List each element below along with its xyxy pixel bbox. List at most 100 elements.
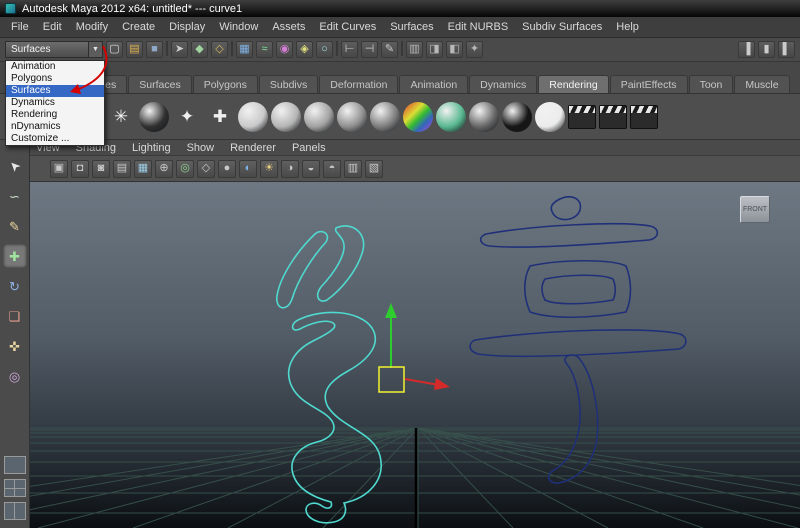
phong-material-icon[interactable] [337,102,367,132]
paint-effects-icon[interactable]: ✳ [106,102,136,132]
render-settings-icon[interactable]: ✦ [466,41,483,58]
viewport-canvas[interactable] [30,182,800,528]
select-by-object-icon[interactable]: ◆ [191,41,208,58]
white-material-icon[interactable] [535,102,565,132]
hypershade-sphere-icon[interactable] [139,102,169,132]
camera-attributes-icon[interactable]: ◙ [92,160,110,178]
select-tool[interactable]: ➤ [3,154,27,178]
occlusion-icon[interactable]: ◒ [302,160,320,178]
lambert-material-icon[interactable] [304,102,334,132]
menubar-item[interactable]: Help [609,21,646,33]
menubar-item[interactable]: Modify [69,21,115,33]
blinn-material-icon[interactable] [271,102,301,132]
chevron-down-icon[interactable]: ▼ [88,42,102,57]
shelf-tab[interactable]: Toon [689,75,734,93]
snap-to-grid-icon[interactable]: ▦ [236,41,253,58]
isolate-select-icon[interactable]: ▥ [344,160,362,178]
input-connections-icon[interactable]: ⊢ [341,41,358,58]
new-scene-icon[interactable]: ▢ [106,41,123,58]
menuset-option[interactable]: Animation [6,61,104,73]
shelf-tab[interactable]: Subdivs [259,75,318,93]
render-settings-icon[interactable] [630,105,658,129]
toggle-attribute-editor-icon[interactable]: ▐ [738,41,755,58]
menuset-option[interactable]: Polygons [6,73,104,85]
menubar-item[interactable]: Subdiv Surfaces [515,21,609,33]
construction-history-icon[interactable]: ✎ [381,41,398,58]
output-connections-icon[interactable]: ⊣ [361,41,378,58]
ipr-render-icon[interactable]: ◧ [446,41,463,58]
menubar-item[interactable]: Edit [36,21,69,33]
select-camera-icon[interactable]: ▣ [50,160,68,178]
menuset-option[interactable]: nDynamics [6,121,104,133]
menubar-item[interactable]: Display [162,21,212,33]
motion-blur-icon[interactable]: ◓ [323,160,341,178]
toggle-channel-box-icon[interactable]: ▌ [778,41,795,58]
render-current-frame-icon[interactable] [568,105,596,129]
menubar-item[interactable]: Edit Curves [312,21,383,33]
rotate-tool[interactable]: ↻ [3,274,27,298]
menuset-option[interactable]: Surfaces [6,85,104,97]
shelf-tab[interactable]: Animation [399,75,468,93]
xray-display-icon[interactable]: ▧ [365,160,383,178]
menuset-option[interactable]: Rendering [6,109,104,121]
bookmarks-icon[interactable]: ▤ [113,160,131,178]
create-light-icon[interactable]: ✦ [172,102,202,132]
surface-shader-icon[interactable] [469,102,499,132]
shadows-icon[interactable]: ◑ [281,160,299,178]
save-scene-icon[interactable]: ■ [146,41,163,58]
layout-four-pane-button[interactable] [4,479,26,497]
select-by-component-icon[interactable]: ◇ [211,41,228,58]
two-d-pan-zoom-icon[interactable]: ⊕ [155,160,173,178]
title-bar[interactable]: Autodesk Maya 2012 x64: untitled* --- cu… [0,0,800,17]
wireframe-display-icon[interactable]: ◇ [197,160,215,178]
image-plane-icon[interactable]: ▦ [134,160,152,178]
universal-manipulator-tool[interactable]: ✜ [3,334,27,358]
shading-group-icon[interactable]: ✚ [205,102,235,132]
paint-selection-tool[interactable]: ✎ [3,214,27,238]
lasso-select-tool[interactable]: ∽ [3,184,27,208]
menuset-option[interactable]: Customize ... [6,133,104,145]
panel-menu-item[interactable]: Renderer [230,142,276,154]
shelf-tab[interactable]: Deformation [319,75,398,93]
shaded-display-icon[interactable]: ● [218,160,236,178]
scale-tool[interactable]: ❏ [3,304,27,328]
menubar-item[interactable]: Surfaces [383,21,440,33]
snap-to-curve-icon[interactable]: ≈ [256,41,273,58]
panel-menu-item[interactable]: Show [187,142,215,154]
open-scene-icon[interactable]: ▤ [126,41,143,58]
render-current-frame-icon[interactable]: ◨ [426,41,443,58]
select-by-hierarchy-icon[interactable]: ➤ [171,41,188,58]
use-all-lights-icon[interactable]: ☀ [260,160,278,178]
make-live-icon[interactable]: ○ [316,41,333,58]
shelf-tab[interactable]: PaintEffects [610,75,688,93]
move-tool[interactable]: ✚ [3,244,27,268]
layout-single-pane-button[interactable] [4,456,26,474]
lock-camera-icon[interactable]: ◘ [71,160,89,178]
layout-two-pane-button[interactable] [4,502,26,520]
shelf-tab[interactable]: Surfaces [128,75,191,93]
grease-pencil-icon[interactable]: ◎ [176,160,194,178]
shelf-tab[interactable]: Polygons [193,75,258,93]
panel-menu-item[interactable]: Panels [292,142,326,154]
textured-display-icon[interactable]: ◐ [239,160,257,178]
menubar-item[interactable]: Edit NURBS [441,21,516,33]
black-material-icon[interactable] [502,102,532,132]
viewcube[interactable]: FRONT [740,196,770,223]
menuset-option[interactable]: Dynamics [6,97,104,109]
menubar-item[interactable]: Assets [265,21,312,33]
ramp-material-icon[interactable] [403,102,433,132]
menubar-item[interactable]: Window [212,21,265,33]
shelf-tab[interactable]: Rendering [538,75,608,93]
menubar-item[interactable]: File [4,21,36,33]
menuset-combo[interactable]: Surfaces ▼ [5,41,103,58]
render-view-icon[interactable]: ▥ [406,41,423,58]
phonge-material-icon[interactable] [370,102,400,132]
menubar-item[interactable]: Create [115,21,162,33]
ipr-render-icon[interactable] [599,105,627,129]
snap-to-point-icon[interactable]: ◉ [276,41,293,58]
snap-to-plane-icon[interactable]: ◈ [296,41,313,58]
ocean-material-icon[interactable] [436,102,466,132]
toggle-tool-settings-icon[interactable]: ▮ [758,41,775,58]
shelf-tab[interactable]: Dynamics [469,75,537,93]
soft-modification-tool[interactable]: ◎ [3,364,27,388]
